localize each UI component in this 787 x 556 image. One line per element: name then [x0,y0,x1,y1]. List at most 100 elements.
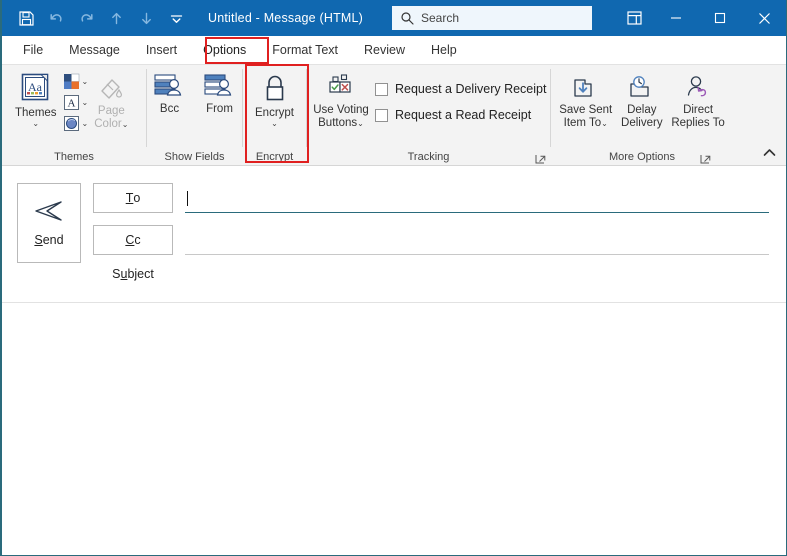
chevron-down-icon[interactable]: ⌄ [82,120,89,128]
customize-quick-access-toolbar-icon[interactable] [162,4,190,32]
padlock-icon [260,73,290,105]
theme-fonts-button[interactable]: A ⌄ [62,93,90,112]
subject-label: Subject [112,267,154,281]
save-sent-label-line2: Item To [563,117,602,129]
use-voting-buttons-button[interactable]: Use Voting Buttons⌄ [313,68,369,130]
next-item-icon[interactable] [132,4,160,32]
tab-options[interactable]: Options [190,39,259,61]
tab-file[interactable]: File [10,39,56,61]
window-controls [614,0,786,36]
send-button[interactable]: Send [17,183,81,263]
delay-delivery-label-line1: Delay [627,104,657,116]
ribbon-display-options-icon[interactable] [614,0,654,36]
outlook-message-window: Untitled - Message (HTML) Search File Me… [0,0,787,556]
ribbon-group-label-show-fields: Show Fields [164,151,225,163]
checkbox-box[interactable] [375,108,388,122]
to-button[interactable]: To [93,183,173,213]
page-color-label-line2: Color [94,118,122,130]
cc-button[interactable]: Cc [93,225,173,255]
collapse-ribbon-button[interactable] [758,142,780,162]
ribbon-group-label-tracking: Tracking [407,151,450,163]
ribbon-group-show-fields: Bcc From Show Fields [147,65,242,166]
tab-review[interactable]: Review [351,39,418,61]
effects-circle-icon [63,116,79,131]
delay-delivery-clock-icon [625,74,659,102]
bcc-field-icon [153,71,186,101]
ribbon-group-label-encrypt: Encrypt [255,151,294,163]
send-paper-plane-icon [33,199,65,223]
chevron-down-icon[interactable]: ⌄ [82,78,89,86]
color-palette-icon [63,73,79,89]
ribbon: Aa Themes ⌄ ⌄ A ⌄ ⌄ Page Color⌄ Themes B… [2,64,786,166]
direct-replies-person-icon [681,74,715,102]
from-field-icon [203,71,236,101]
chevron-down-icon[interactable]: ⌄ [32,120,39,128]
direct-replies-to-button[interactable]: Direct Replies To [668,68,728,130]
save-sent-label-line1: Save Sent [559,104,613,116]
search-input[interactable]: Search [392,6,592,30]
direct-replies-label-line2: Replies To [671,117,725,129]
message-body-editor[interactable] [2,303,786,555]
minimize-button[interactable] [654,0,698,36]
theme-variant-buttons: ⌄ A ⌄ ⌄ [62,68,90,133]
from-button[interactable]: From [198,68,242,116]
compose-header: Send To Cc Subject [2,166,786,303]
svg-text:A: A [67,98,75,110]
tracking-dialog-launcher[interactable] [535,152,546,164]
delay-delivery-button[interactable]: Delay Delivery [617,68,666,130]
search-icon [401,12,414,25]
theme-colors-button[interactable]: ⌄ [62,72,90,91]
checkbox-box[interactable] [375,82,388,96]
tab-insert[interactable]: Insert [133,39,190,61]
chevron-down-icon[interactable]: ⌄ [271,120,278,128]
themes-button[interactable]: Aa Themes ⌄ [7,68,62,128]
page-color-button[interactable]: Page Color⌄ [89,68,133,131]
close-button[interactable] [742,0,786,36]
svg-text:Aa: Aa [28,80,43,94]
tab-message[interactable]: Message [56,39,133,61]
save-sent-item-icon [569,74,603,102]
page-color-label-line1: Page [97,105,125,117]
window-title: Untitled - Message (HTML) [208,11,364,25]
cc-input[interactable] [185,225,769,255]
compose-input-fields [173,166,786,302]
request-delivery-receipt-checkbox[interactable]: Request a Delivery Receipt [375,76,546,102]
text-cursor [187,190,188,206]
request-delivery-receipt-label: Request a Delivery Receipt [395,82,547,96]
voting-label-line1: Use Voting [313,104,369,116]
request-read-receipt-label: Request a Read Receipt [395,108,532,122]
bcc-button-label: Bcc [159,103,180,115]
request-read-receipt-checkbox[interactable]: Request a Read Receipt [375,102,546,128]
chevron-down-icon[interactable]: ⌄ [82,99,89,107]
save-icon[interactable] [12,4,40,32]
previous-item-icon[interactable] [102,4,130,32]
ribbon-tabs: File Message Insert Options Format Text … [2,36,786,65]
tab-help[interactable]: Help [418,39,470,61]
bcc-button[interactable]: Bcc [148,68,192,116]
ribbon-group-themes: Aa Themes ⌄ ⌄ A ⌄ ⌄ Page Color⌄ Themes [2,65,146,166]
delay-delivery-label-line2: Delivery [621,117,663,129]
save-sent-item-to-button[interactable]: Save Sent Item To⌄ [556,68,615,130]
recipient-buttons: To Cc Subject [81,166,173,302]
search-placeholder: Search [421,11,460,25]
send-button-wrap: Send [2,166,81,302]
direct-replies-label-line1: Direct [683,104,714,116]
more-options-dialog-launcher[interactable] [700,152,711,164]
voting-label-line2: Buttons [318,117,358,129]
to-input[interactable] [185,183,769,213]
ribbon-group-more-options: Save Sent Item To⌄ Delay Delivery Direct… [551,65,733,166]
encrypt-button[interactable]: Encrypt ⌄ [250,68,299,128]
send-button-label-rest: end [42,233,64,247]
title-bar: Untitled - Message (HTML) Search [2,0,786,36]
paint-bucket-icon [96,73,126,103]
undo-icon[interactable] [42,4,70,32]
quick-access-toolbar [2,4,190,32]
ribbon-group-encrypt: Encrypt ⌄ Encrypt [243,65,306,166]
tab-format-text[interactable]: Format Text [259,39,351,61]
themes-aa-icon: Aa [19,71,53,105]
ribbon-group-tracking: Use Voting Buttons⌄ Request a Delivery R… [307,65,550,166]
maximize-button[interactable] [698,0,742,36]
theme-effects-button[interactable]: ⌄ [62,114,90,133]
redo-icon[interactable] [72,4,100,32]
tracking-checkbox-list: Request a Delivery Receipt Request a Rea… [375,68,546,128]
